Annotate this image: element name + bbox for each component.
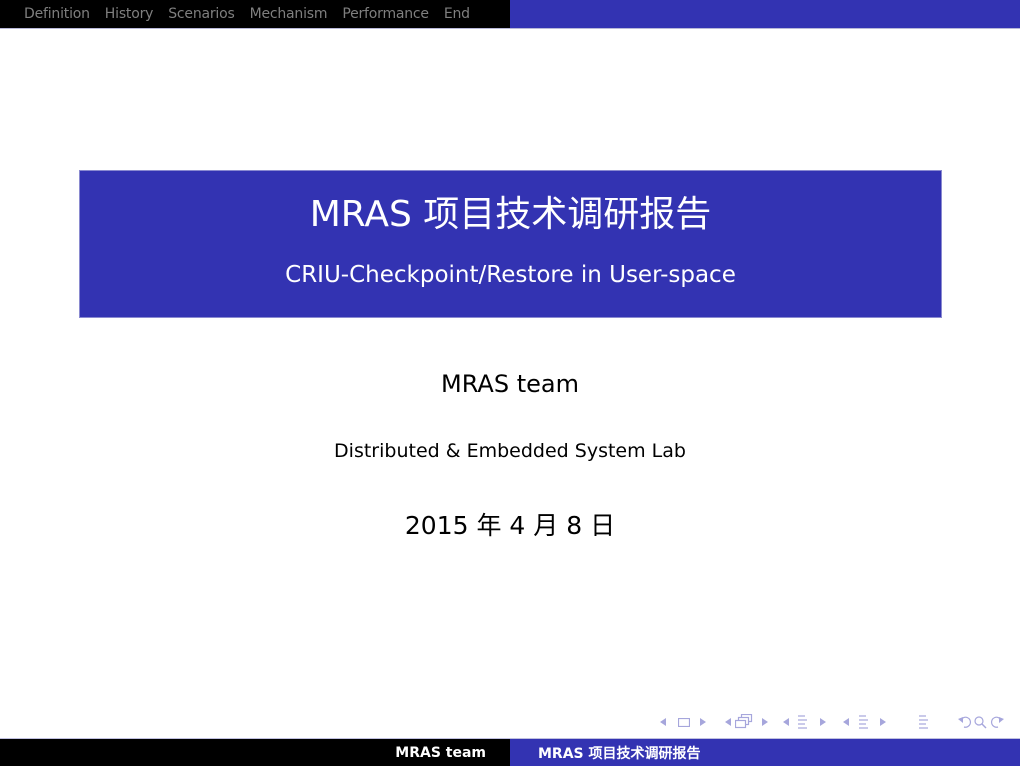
title-block: MRAS 项目技术调研报告 CRIU-Checkpoint/Restore in…: [80, 171, 941, 317]
presentation-subtitle: CRIU-Checkpoint/Restore in User-space: [285, 262, 736, 288]
slide-icon[interactable]: [678, 712, 690, 732]
presentation-title: MRAS 项目技术调研报告: [309, 194, 712, 235]
document-icon[interactable]: [918, 712, 929, 732]
forward-icon[interactable]: [990, 712, 1004, 732]
section-link-end[interactable]: End: [444, 6, 470, 22]
institute: Distributed & Embedded System Lab: [334, 440, 686, 462]
section-link-scenarios[interactable]: Scenarios: [168, 6, 235, 22]
section-link-mechanism[interactable]: Mechanism: [250, 6, 328, 22]
author: MRAS team: [441, 370, 579, 398]
section-list: Definition History Scenarios Mechanism P…: [0, 0, 510, 28]
search-icon[interactable]: [973, 712, 987, 732]
footline: MRAS team MRAS 项目技术调研报告: [0, 738, 1020, 766]
section-link-definition[interactable]: Definition: [24, 6, 90, 22]
next-frame-arrow-icon[interactable]: [762, 712, 768, 732]
frames-icon[interactable]: [735, 712, 753, 732]
footer-author-box: MRAS team: [0, 739, 510, 766]
section-link-history[interactable]: History: [105, 6, 154, 22]
prev-subsection-arrow-icon[interactable]: [783, 712, 789, 732]
next-subsection-arrow-icon[interactable]: [820, 712, 826, 732]
section-navigation-bar: Definition History Scenarios Mechanism P…: [0, 0, 1020, 29]
section-link-performance[interactable]: Performance: [342, 6, 429, 22]
footer-title-box: MRAS 项目技术调研报告: [510, 739, 1020, 766]
prev-frame-arrow-icon[interactable]: [725, 712, 731, 732]
prev-section-arrow-icon[interactable]: [843, 712, 849, 732]
date: 2015 年 4 月 8 日: [404, 511, 616, 540]
subsection-icon[interactable]: [797, 712, 808, 732]
prev-slide-arrow-icon[interactable]: [660, 712, 666, 732]
back-icon[interactable]: [958, 712, 972, 732]
navigation-symbols: [0, 712, 1020, 732]
section-icon[interactable]: [858, 712, 869, 732]
footer-title: MRAS 项目技术调研报告: [538, 745, 701, 762]
subsection-bar: [510, 0, 1020, 28]
next-section-arrow-icon[interactable]: [880, 712, 886, 732]
next-slide-arrow-icon[interactable]: [700, 712, 706, 732]
footer-author: MRAS team: [395, 744, 486, 761]
